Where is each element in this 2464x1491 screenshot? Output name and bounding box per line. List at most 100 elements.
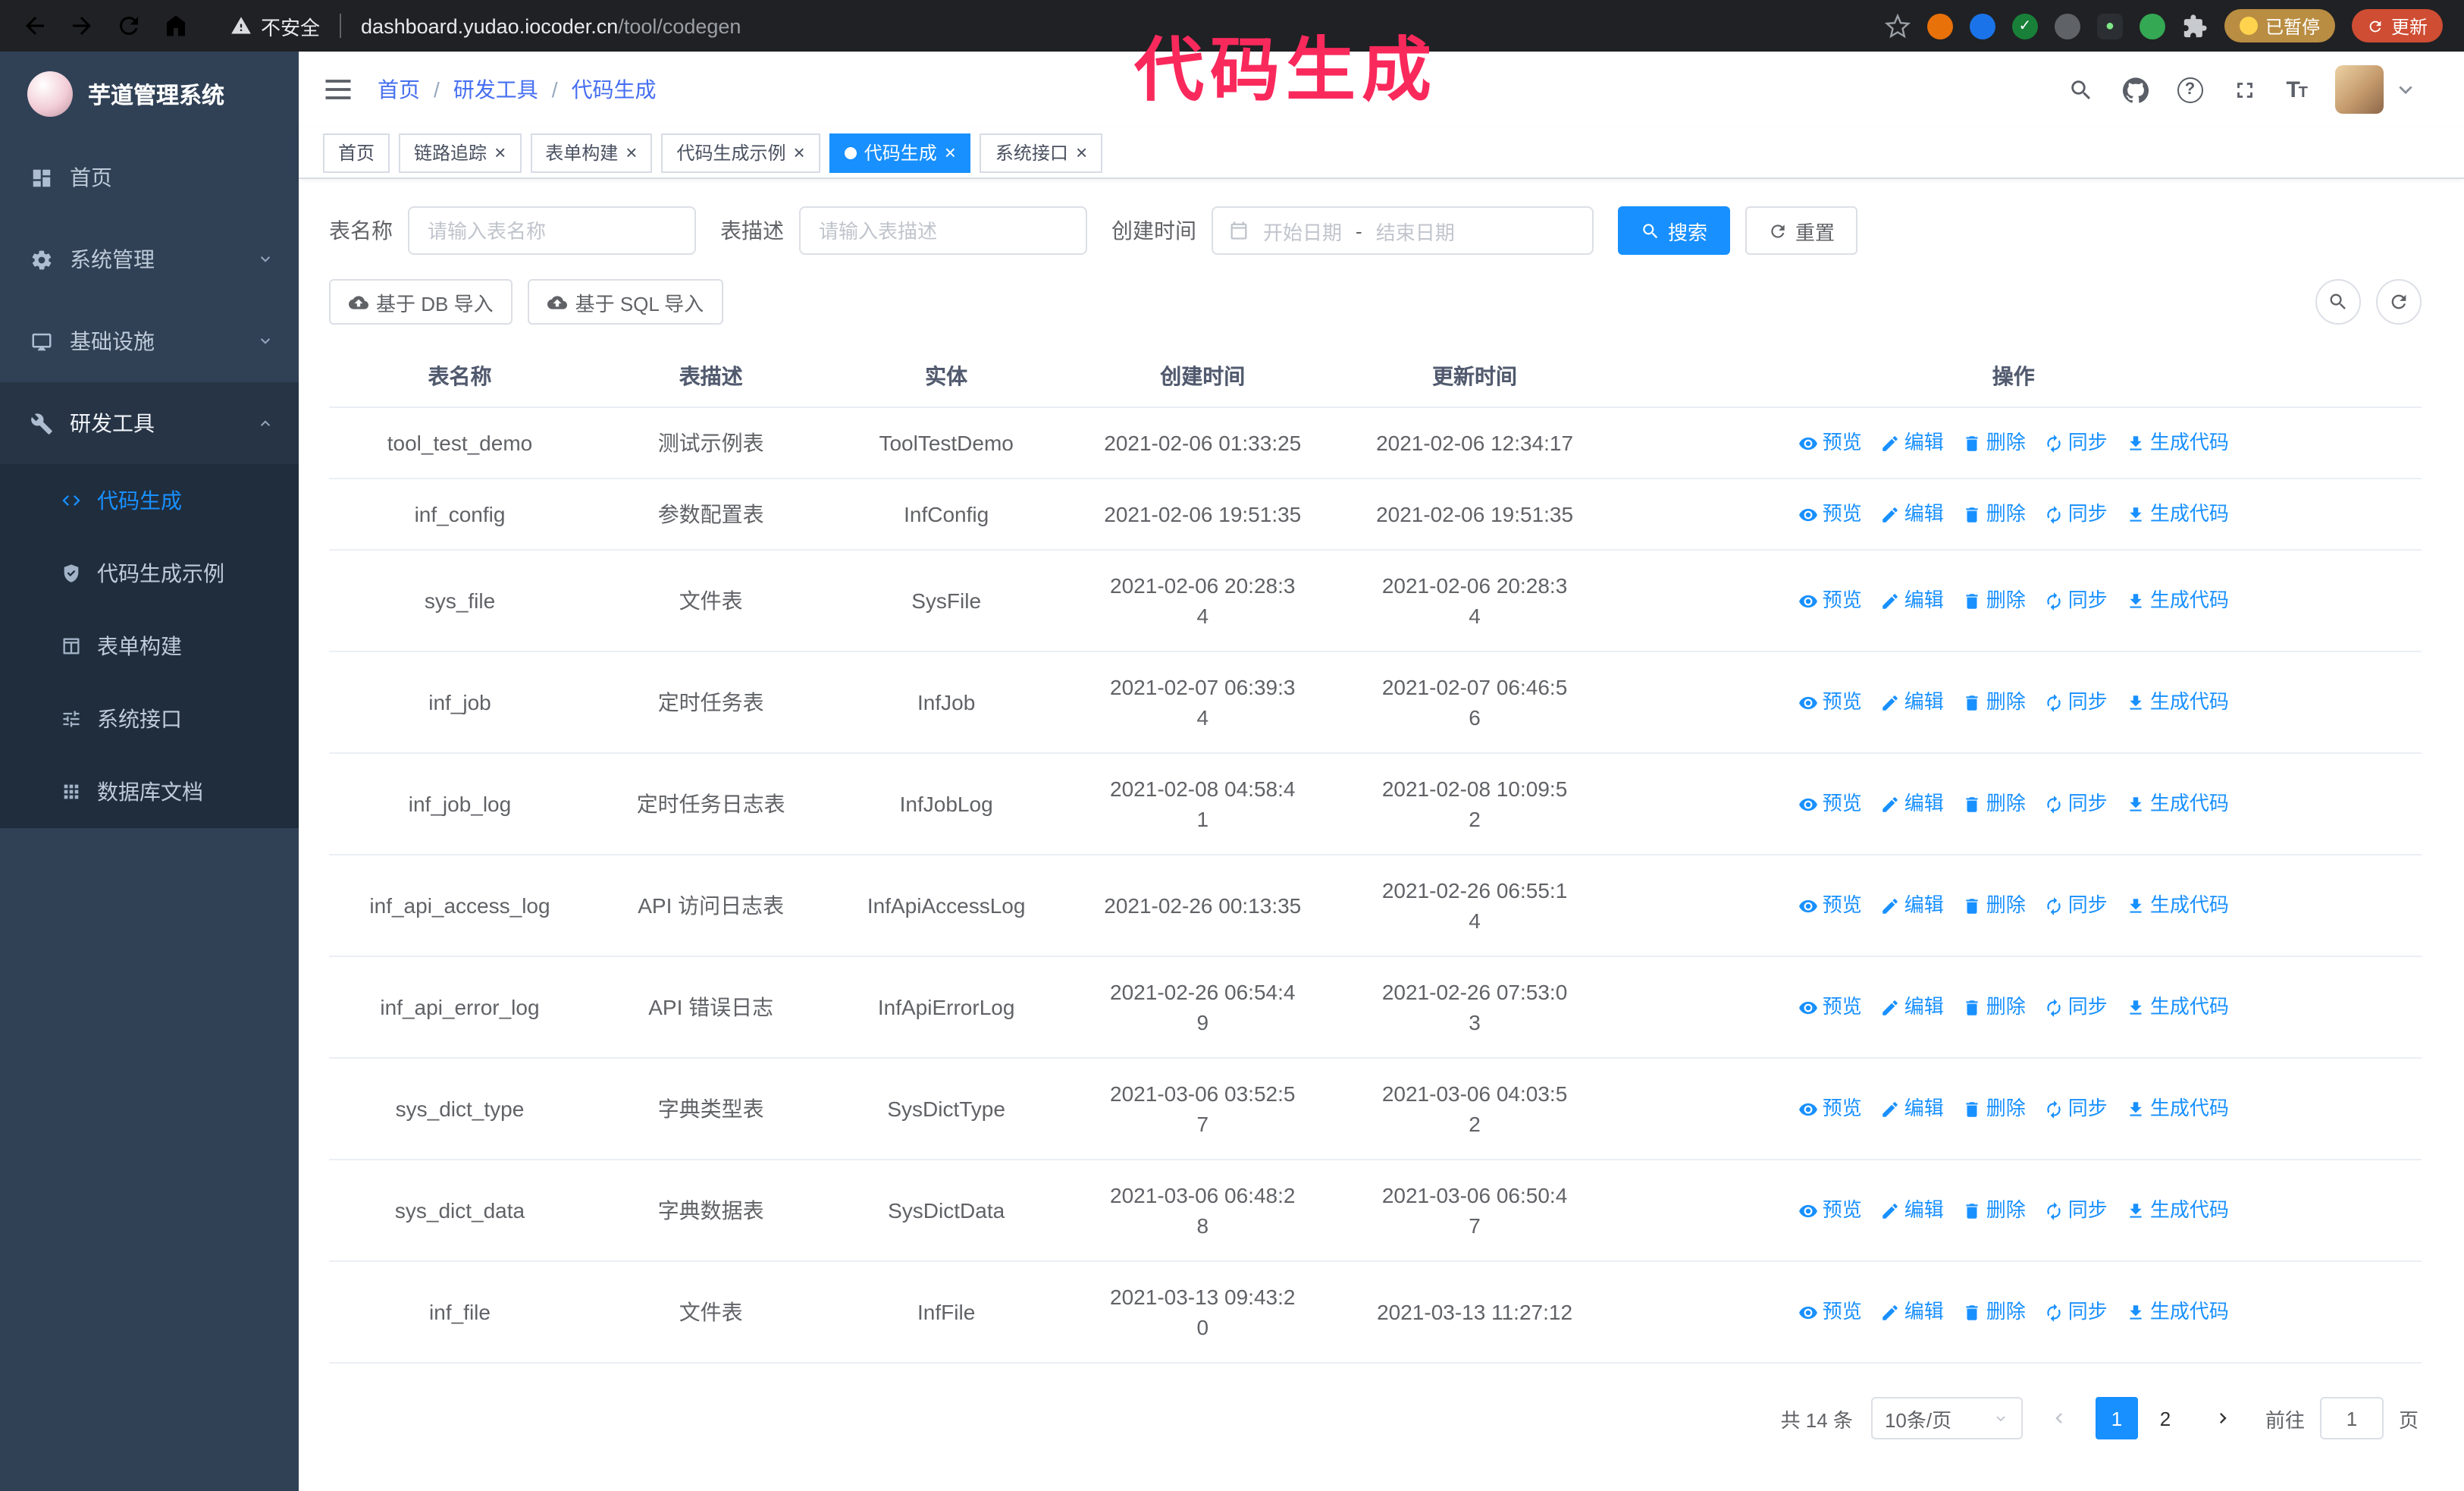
op-edit-link[interactable]: 编辑 — [1880, 1297, 1944, 1327]
tab[interactable]: 系统接口 × — [980, 133, 1103, 172]
op-sync-link[interactable]: 同步 — [2044, 687, 2108, 717]
op-generate-link[interactable]: 生成代码 — [2126, 992, 2229, 1022]
table-row[interactable]: inf_job_log 定时任务日志表 InfJobLog 2021-02-08… — [329, 754, 2422, 855]
op-edit-link[interactable]: 编辑 — [1880, 789, 1944, 819]
op-generate-link[interactable]: 生成代码 — [2126, 585, 2229, 616]
extension-icon[interactable] — [1969, 13, 1995, 39]
op-sync-link[interactable]: 同步 — [2044, 1195, 2108, 1226]
table-row[interactable]: inf_job 定时任务表 InfJob 2021-02-07 06:39:3 … — [329, 652, 2422, 754]
search-button[interactable]: 搜索 — [1618, 206, 1731, 255]
fullscreen-icon[interactable] — [2231, 77, 2257, 102]
sidebar-item[interactable]: 首页 — [0, 137, 299, 218]
import-db-button[interactable]: 基于 DB 导入 — [329, 279, 513, 325]
op-delete-link[interactable]: 删除 — [1962, 1094, 2026, 1124]
op-preview-link[interactable]: 预览 — [1798, 992, 1862, 1022]
op-sync-link[interactable]: 同步 — [2044, 992, 2108, 1022]
op-generate-link[interactable]: 生成代码 — [2126, 1297, 2229, 1327]
search-icon[interactable] — [2067, 77, 2093, 102]
page-button[interactable]: 1 — [2095, 1397, 2138, 1439]
close-icon[interactable]: × — [625, 143, 637, 162]
paused-badge[interactable]: 已暂停 — [2224, 9, 2335, 42]
op-edit-link[interactable]: 编辑 — [1880, 1195, 1944, 1226]
table-row[interactable]: sys_file 文件表 SysFile 2021-02-06 20:28:3 … — [329, 551, 2422, 652]
op-sync-link[interactable]: 同步 — [2044, 428, 2108, 458]
browser-forward-icon[interactable] — [68, 12, 96, 39]
op-sync-link[interactable]: 同步 — [2044, 1094, 2108, 1124]
sidebar-subitem[interactable]: 代码生成 — [0, 464, 299, 537]
extension-icon[interactable]: ✓ — [2011, 13, 2038, 39]
op-edit-link[interactable]: 编辑 — [1880, 890, 1944, 921]
github-icon[interactable] — [2122, 77, 2149, 102]
table-row[interactable]: inf_file 文件表 InfFile 2021-03-13 09:43:2 … — [329, 1262, 2422, 1364]
sidebar-subitem[interactable]: 代码生成示例 — [0, 537, 299, 610]
font-size-icon[interactable]: TT — [2286, 77, 2308, 102]
sidebar-subitem[interactable]: 数据库文档 — [0, 755, 299, 828]
sidebar-item[interactable]: 系统管理 — [0, 218, 299, 300]
op-edit-link[interactable]: 编辑 — [1880, 499, 1944, 529]
security-chip[interactable]: 不安全 — [230, 11, 320, 40]
breadcrumb-item[interactable]: 代码生成 — [572, 74, 657, 105]
tab[interactable]: 首页 — [323, 133, 390, 172]
op-delete-link[interactable]: 删除 — [1962, 499, 2026, 529]
close-icon[interactable]: × — [794, 143, 805, 162]
op-generate-link[interactable]: 生成代码 — [2126, 499, 2229, 529]
op-preview-link[interactable]: 预览 — [1798, 890, 1862, 921]
op-delete-link[interactable]: 删除 — [1962, 1297, 2026, 1327]
op-delete-link[interactable]: 删除 — [1962, 1195, 2026, 1226]
op-preview-link[interactable]: 预览 — [1798, 428, 1862, 458]
extension-icon[interactable] — [2054, 13, 2080, 39]
extensions-puzzle-icon[interactable] — [2182, 13, 2208, 39]
help-icon[interactable]: ? — [2177, 77, 2203, 102]
op-delete-link[interactable]: 删除 — [1962, 992, 2026, 1022]
refresh-table-button[interactable] — [2376, 279, 2422, 325]
browser-back-icon[interactable] — [21, 12, 49, 39]
page-size-select[interactable]: 10条/页 — [1870, 1397, 2023, 1439]
op-edit-link[interactable]: 编辑 — [1880, 687, 1944, 717]
page-button[interactable]: 2 — [2143, 1397, 2187, 1439]
extension-icon[interactable] — [1926, 13, 1953, 39]
op-sync-link[interactable]: 同步 — [2044, 1297, 2108, 1327]
user-menu[interactable] — [2335, 65, 2419, 114]
breadcrumb-item[interactable]: 研发工具 — [453, 74, 538, 105]
table-name-input[interactable] — [408, 206, 696, 255]
goto-page-input[interactable] — [2319, 1397, 2384, 1439]
op-generate-link[interactable]: 生成代码 — [2126, 428, 2229, 458]
op-preview-link[interactable]: 预览 — [1798, 1297, 1862, 1327]
op-edit-link[interactable]: 编辑 — [1880, 428, 1944, 458]
table-row[interactable]: inf_api_access_log API 访问日志表 InfApiAcces… — [329, 855, 2422, 957]
bookmark-star-icon[interactable] — [1884, 12, 1911, 39]
op-preview-link[interactable]: 预览 — [1798, 585, 1862, 616]
browser-home-icon[interactable] — [162, 12, 190, 39]
close-icon[interactable]: × — [494, 143, 506, 162]
op-generate-link[interactable]: 生成代码 — [2126, 1195, 2229, 1226]
extension-icon[interactable] — [2139, 13, 2165, 39]
op-sync-link[interactable]: 同步 — [2044, 890, 2108, 921]
import-sql-button[interactable]: 基于 SQL 导入 — [528, 279, 724, 325]
op-preview-link[interactable]: 预览 — [1798, 499, 1862, 529]
op-generate-link[interactable]: 生成代码 — [2126, 789, 2229, 819]
address-bar[interactable]: dashboard.yudao.iocoder.cn/tool/codegen — [361, 14, 741, 37]
op-generate-link[interactable]: 生成代码 — [2126, 890, 2229, 921]
extension-icon[interactable]: ● — [2096, 13, 2123, 39]
sidebar-subitem[interactable]: 表单构建 — [0, 610, 299, 683]
reset-button[interactable]: 重置 — [1745, 206, 1858, 255]
app-logo[interactable]: 芋道管理系统 — [0, 52, 299, 137]
op-generate-link[interactable]: 生成代码 — [2126, 1094, 2229, 1124]
op-edit-link[interactable]: 编辑 — [1880, 1094, 1944, 1124]
tab[interactable]: 代码生成示例 × — [661, 133, 820, 172]
table-row[interactable]: sys_dict_data 字典数据表 SysDictData 2021-03-… — [329, 1160, 2422, 1262]
tab[interactable]: 表单构建 × — [530, 133, 653, 172]
table-row[interactable]: tool_test_demo 测试示例表 ToolTestDemo 2021-0… — [329, 408, 2422, 479]
op-delete-link[interactable]: 删除 — [1962, 585, 2026, 616]
op-delete-link[interactable]: 删除 — [1962, 687, 2026, 717]
prev-page-button[interactable] — [2038, 1397, 2080, 1439]
sidebar-subitem[interactable]: 系统接口 — [0, 683, 299, 755]
close-icon[interactable]: × — [1076, 143, 1087, 162]
close-icon[interactable]: × — [945, 143, 956, 162]
sidebar-toggle-icon[interactable] — [299, 73, 378, 106]
op-preview-link[interactable]: 预览 — [1798, 1195, 1862, 1226]
op-delete-link[interactable]: 删除 — [1962, 789, 2026, 819]
table-row[interactable]: sys_dict_type 字典类型表 SysDictType 2021-03-… — [329, 1059, 2422, 1160]
op-preview-link[interactable]: 预览 — [1798, 1094, 1862, 1124]
sidebar-item[interactable]: 研发工具 — [0, 382, 299, 464]
